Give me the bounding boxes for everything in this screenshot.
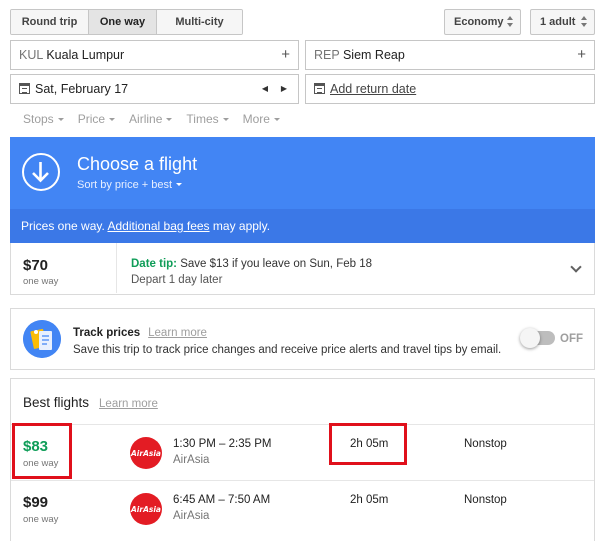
filter-label: Airline: [129, 112, 163, 126]
divider: [116, 243, 117, 293]
tip-price: $70: [23, 257, 49, 274]
origin-code: KUL: [19, 48, 43, 62]
logo-text: AirAsia: [130, 449, 161, 458]
sort-dropdown[interactable]: Sort by price + best: [77, 179, 183, 191]
origin-city: Kuala Lumpur: [46, 48, 125, 62]
track-learn-more-link[interactable]: Learn more: [148, 327, 207, 339]
passengers-label: 1 adult: [540, 16, 576, 28]
origin-field[interactable]: KUL Kuala Lumpur +: [10, 40, 299, 70]
tip-subtext: Depart 1 day later: [131, 274, 223, 286]
track-prices-card: Track prices Learn more Save this trip to…: [10, 308, 595, 370]
filter-stops[interactable]: Stops: [23, 112, 64, 126]
cabin-class-label: Economy: [454, 16, 504, 28]
caret-down-icon: [57, 118, 64, 121]
tip-text: Save $13 if you leave on Sun, Feb 18: [180, 258, 373, 270]
flight-duration: 2h 05m: [350, 494, 389, 506]
flight-times: 1:30 PM – 2:35 PM: [173, 438, 272, 450]
filter-times[interactable]: Times: [186, 112, 229, 126]
toggle-state-label: OFF: [560, 333, 583, 345]
cabin-class-dropdown[interactable]: Economy: [444, 9, 521, 35]
updown-arrows-icon: [507, 15, 514, 29]
filter-airline[interactable]: Airline: [129, 112, 173, 126]
logo-text: AirAsia: [130, 505, 161, 514]
destination-code: REP: [314, 48, 340, 62]
one-way-button[interactable]: One way: [89, 10, 157, 34]
caret-down-icon: [176, 183, 183, 186]
flight-price: $83: [23, 438, 49, 455]
flight-row[interactable]: $99 one way AirAsia 6:45 AM – 7:50 AM Ai…: [11, 480, 594, 536]
destination-city: Siem Reap: [342, 48, 405, 62]
flight-times: 6:45 AM – 7:50 AM: [173, 494, 271, 506]
tip-message: Date tip: Save $13 if you leave on Sun, …: [131, 258, 372, 270]
date-tip-card[interactable]: $70 one way Date tip: Save $13 if you le…: [10, 243, 595, 295]
track-prices-title: Track prices: [73, 327, 141, 339]
best-flights-title: Best flights: [23, 395, 90, 410]
price-tracking-icon: [23, 320, 61, 358]
flight-stops: Nonstop: [464, 438, 507, 450]
filter-price[interactable]: Price: [77, 112, 116, 126]
notice-suffix: may apply.: [212, 219, 271, 233]
multi-city-button[interactable]: Multi-city: [157, 10, 242, 34]
flight-row[interactable]: $83 one way AirAsia 1:30 PM – 2:35 PM Ai…: [11, 424, 594, 480]
add-destination-icon[interactable]: +: [577, 41, 586, 69]
arrow-down-circle-icon: [22, 153, 60, 191]
next-date-icon[interactable]: ▶: [281, 75, 287, 103]
calendar-icon: [19, 83, 30, 94]
caret-down-icon: [222, 118, 229, 121]
filter-label: Price: [77, 112, 106, 126]
trip-type-selector: Round trip One way Multi-city: [10, 9, 243, 35]
filter-label: Times: [186, 112, 219, 126]
depart-date-field[interactable]: Sat, February 17 ◀ ▶: [10, 74, 299, 104]
tip-label: Date tip:: [131, 258, 177, 270]
tip-price-sub: one way: [23, 276, 59, 287]
caret-down-icon: [273, 118, 280, 121]
flight-price-sub: one way: [23, 458, 59, 469]
flight-airline: AirAsia: [173, 454, 210, 466]
add-return-date-link[interactable]: Add return date: [330, 82, 416, 96]
depart-date-value: Sat, February 17: [35, 82, 129, 96]
track-prices-toggle[interactable]: [520, 328, 555, 348]
best-flights-card: Best flights Learn more $83 one way AirAs…: [10, 378, 595, 541]
track-prices-description: Save this trip to track price changes an…: [73, 344, 502, 356]
track-prices-heading: Track prices Learn more: [73, 327, 207, 339]
bag-fees-link[interactable]: Additional bag fees: [107, 219, 209, 233]
flight-duration: 2h 05m: [350, 438, 389, 450]
airasia-logo-icon: AirAsia: [130, 437, 162, 469]
flight-price: $99: [23, 494, 49, 511]
toggle-knob: [520, 328, 540, 348]
best-learn-more-link[interactable]: Learn more: [99, 398, 158, 410]
passengers-dropdown[interactable]: 1 adult: [530, 9, 595, 35]
round-trip-button[interactable]: Round trip: [11, 10, 89, 34]
sort-label: Sort by price + best: [77, 179, 173, 191]
flight-price-sub: one way: [23, 514, 59, 525]
filter-label: Stops: [23, 112, 54, 126]
choose-flight-banner: Choose a flight Sort by price + best: [10, 137, 595, 209]
prices-notice: Prices one way. Additional bag fees may …: [10, 209, 595, 243]
prev-date-icon[interactable]: ◀: [262, 75, 268, 103]
updown-arrows-icon: [581, 15, 588, 29]
notice-prefix: Prices one way.: [21, 219, 105, 233]
add-origin-icon[interactable]: +: [281, 41, 290, 69]
banner-title: Choose a flight: [77, 154, 198, 174]
filter-label: More: [242, 112, 270, 126]
flight-stops: Nonstop: [464, 494, 507, 506]
destination-field[interactable]: REP Siem Reap +: [305, 40, 595, 70]
flight-airline: AirAsia: [173, 510, 210, 522]
caret-down-icon: [109, 118, 116, 121]
chevron-down-icon[interactable]: [570, 261, 582, 273]
airasia-logo-icon: AirAsia: [130, 493, 162, 525]
calendar-icon: [314, 83, 325, 94]
return-date-field[interactable]: Add return date: [305, 74, 595, 104]
filter-more[interactable]: More: [243, 112, 280, 126]
caret-down-icon: [166, 118, 173, 121]
filter-bar: Stops Price Airline Times More: [23, 112, 280, 126]
best-flights-heading: Best flights Learn more: [23, 395, 158, 410]
